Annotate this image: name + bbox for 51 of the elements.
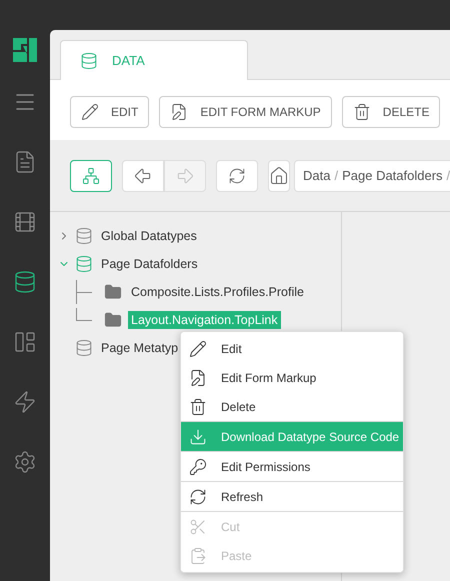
tree-view-button[interactable] bbox=[70, 160, 112, 192]
folder-icon bbox=[104, 283, 122, 301]
database-icon[interactable] bbox=[13, 270, 37, 294]
database-icon bbox=[80, 52, 98, 70]
toolbar-button[interactable]: EDIT bbox=[70, 96, 150, 128]
database-icon bbox=[75, 227, 93, 245]
pencil-icon bbox=[81, 103, 99, 121]
menu-item[interactable]: Edit Permissions bbox=[181, 452, 403, 481]
toolbar-button[interactable]: EDIT FORM MARKUP bbox=[159, 96, 332, 128]
tree-connector bbox=[76, 280, 92, 304]
menu-item[interactable]: Edit Form Markup bbox=[181, 363, 403, 392]
breadcrumb-separator: / bbox=[334, 168, 338, 183]
tree-item[interactable]: Global Datatypes bbox=[98, 227, 200, 245]
sitemap-icon bbox=[82, 166, 100, 184]
back-button[interactable] bbox=[122, 160, 164, 192]
refresh-icon bbox=[228, 166, 246, 184]
tree-item[interactable]: Page Metatyp bbox=[98, 339, 182, 357]
refresh-icon bbox=[189, 488, 207, 506]
breadcrumb-link[interactable]: Page Datafolders bbox=[342, 168, 443, 183]
download-icon bbox=[189, 428, 207, 446]
database-icon bbox=[75, 255, 93, 273]
trash-icon bbox=[189, 398, 207, 416]
database-icon bbox=[75, 339, 93, 357]
tree-connector bbox=[76, 308, 92, 321]
home-icon bbox=[269, 166, 289, 186]
home-button[interactable] bbox=[268, 160, 290, 192]
breadcrumb-separator: / bbox=[446, 168, 450, 183]
pencil-icon bbox=[189, 340, 207, 358]
tree-item[interactable]: Composite.Lists.Profiles.Profile bbox=[128, 283, 307, 301]
folder-icon bbox=[104, 311, 122, 329]
tab-label: DATA bbox=[112, 53, 145, 68]
settings-icon[interactable] bbox=[13, 450, 37, 474]
menu-item[interactable]: Refresh bbox=[181, 482, 403, 511]
arrow-left-icon bbox=[133, 166, 153, 186]
lightning-icon[interactable] bbox=[13, 390, 37, 414]
file-pen-icon bbox=[170, 103, 188, 121]
menu-item[interactable]: Edit bbox=[181, 334, 403, 363]
breadcrumb-link[interactable]: Data bbox=[303, 168, 330, 183]
menu-item[interactable]: Delete bbox=[181, 392, 403, 421]
file-pen-icon bbox=[189, 368, 207, 386]
clipboard-icon bbox=[189, 546, 207, 564]
refresh-button[interactable] bbox=[216, 160, 258, 192]
tree-item[interactable]: Page Datafolders bbox=[98, 255, 201, 273]
key-icon bbox=[189, 458, 207, 476]
scissors-icon bbox=[189, 518, 207, 536]
toolbar-button[interactable]: DELETE bbox=[342, 96, 440, 128]
arrow-right-icon bbox=[175, 166, 195, 186]
layout-icon[interactable] bbox=[13, 330, 37, 354]
trash-icon bbox=[352, 103, 371, 121]
logo-icon[interactable] bbox=[13, 38, 37, 62]
film-icon[interactable] bbox=[13, 210, 37, 234]
